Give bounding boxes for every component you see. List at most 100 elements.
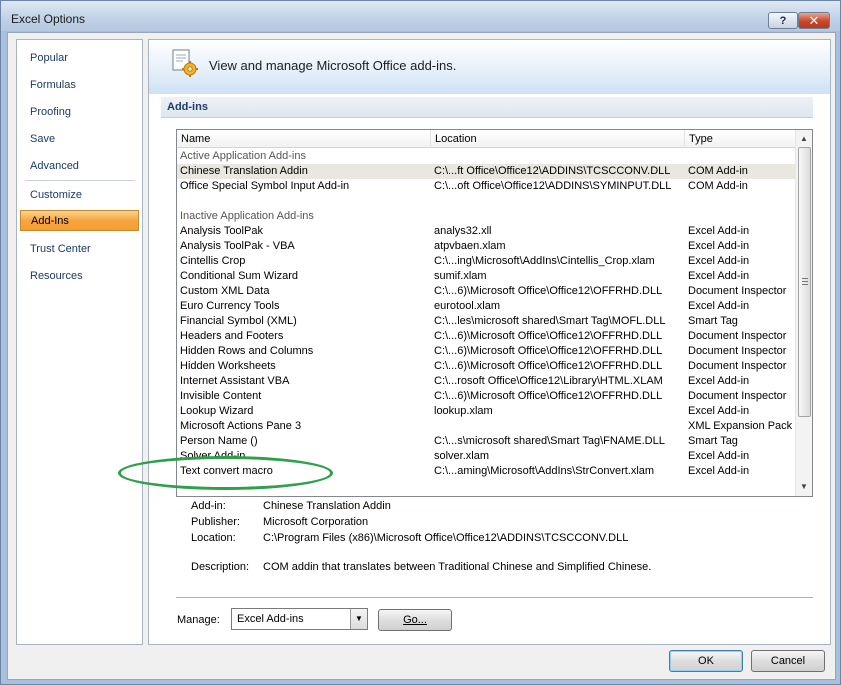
ok-button[interactable]: OK bbox=[669, 650, 743, 672]
list-item[interactable]: Internet Assistant VBA C:\...rosoft Offic… bbox=[177, 374, 796, 389]
cell-location: lookup.xlam bbox=[434, 405, 493, 417]
content-panel: View and manage Microsoft Office add-ins… bbox=[148, 39, 831, 645]
cell-type: Excel Add-in bbox=[688, 255, 750, 267]
list-item[interactable]: Headers and Footers C:\...6)\Microsoft Of… bbox=[177, 329, 796, 344]
list-item[interactable]: Office Special Symbol Input Add-in C:\...… bbox=[177, 179, 796, 194]
cell-location: C:\...oft Office\Office12\ADDINS\SYMINPU… bbox=[434, 180, 672, 192]
detail-description-label: Description: bbox=[191, 561, 250, 573]
cell-name: Lookup Wizard bbox=[180, 405, 254, 417]
nav-item-proofing[interactable]: Proofing bbox=[20, 102, 139, 123]
cell-location: C:\...ing\Microsoft\AddIns\Cintellis_Cro… bbox=[434, 255, 655, 267]
cell-type: Document Inspector bbox=[688, 390, 787, 402]
cell-name: Headers and Footers bbox=[180, 330, 284, 342]
manage-dropdown-value: Excel Add-ins bbox=[237, 613, 304, 625]
list-item[interactable]: Hidden Rows and Columns C:\...6)\Microsof… bbox=[177, 344, 796, 359]
cell-type: Excel Add-in bbox=[688, 405, 750, 417]
cell-location: solver.xlam bbox=[434, 450, 490, 462]
cell-type: Excel Add-in bbox=[688, 300, 750, 312]
cell-type: COM Add-in bbox=[688, 165, 748, 177]
detail-location-label: Location: bbox=[191, 532, 236, 544]
list-item[interactable]: Analysis ToolPak - VBA atpvbaen.xlam Excel… bbox=[177, 239, 796, 254]
list-item[interactable]: Euro Currency Tools eurotool.xlam Excel Ad… bbox=[177, 299, 796, 314]
nav-item-resources[interactable]: Resources bbox=[20, 266, 139, 287]
cancel-button[interactable]: Cancel bbox=[751, 650, 825, 672]
nav-item-advanced[interactable]: Advanced bbox=[20, 156, 139, 177]
cell-type: Document Inspector bbox=[688, 345, 787, 357]
cell-name: Chinese Translation Addin bbox=[180, 165, 308, 177]
header-banner: View and manage Microsoft Office add-ins… bbox=[149, 40, 830, 94]
column-header-name[interactable]: Name bbox=[177, 130, 431, 148]
list-group-header: Inactive Application Add-ins bbox=[177, 209, 796, 224]
cell-name: Cintellis Crop bbox=[180, 255, 246, 267]
annotation-ellipse bbox=[118, 456, 333, 490]
list-item[interactable]: Cintellis Crop C:\...ing\Microsoft\AddIns… bbox=[177, 254, 796, 269]
list-item[interactable]: Financial Symbol (XML) C:\...les\microsof… bbox=[177, 314, 796, 329]
manage-dropdown[interactable]: Excel Add-ins ▼ bbox=[231, 608, 368, 630]
scroll-up-arrow-icon[interactable]: ▲ bbox=[796, 131, 812, 147]
scrollbar-grip-icon bbox=[802, 278, 808, 285]
list-group-header: Active Application Add-ins bbox=[177, 149, 796, 164]
cell-type: Excel Add-in bbox=[688, 225, 750, 237]
excel-options-window: Excel Options ? ✕ Popular Formulas Proof… bbox=[0, 0, 841, 685]
help-button[interactable]: ? bbox=[768, 12, 798, 29]
cell-type: Document Inspector bbox=[688, 360, 787, 372]
cell-name: Microsoft Actions Pane 3 bbox=[180, 420, 302, 432]
detail-publisher-label: Publisher: bbox=[191, 516, 240, 528]
nav-item-trust-center[interactable]: Trust Center bbox=[20, 239, 139, 260]
nav-item-formulas[interactable]: Formulas bbox=[20, 75, 139, 96]
cell-name: Office Special Symbol Input Add-in bbox=[180, 180, 350, 192]
add-ins-gear-icon bbox=[172, 49, 198, 77]
cell-location: atpvbaen.xlam bbox=[434, 240, 506, 252]
cell-name: Inactive Application Add-ins bbox=[180, 210, 314, 222]
cell-type: Excel Add-in bbox=[688, 270, 750, 282]
nav-item-save[interactable]: Save bbox=[20, 129, 139, 150]
nav-item-add-ins[interactable]: Add-Ins bbox=[20, 210, 139, 231]
list-vertical-scrollbar[interactable]: ▲ ▼ bbox=[795, 130, 812, 496]
list-item[interactable]: Microsoft Actions Pane 3 XML Expansion Pa… bbox=[177, 419, 796, 434]
add-ins-list[interactable]: Name Location Type Active Application Ad… bbox=[176, 129, 813, 497]
go-button[interactable]: Go... bbox=[378, 609, 452, 631]
section-title: Add-ins bbox=[161, 97, 813, 118]
chevron-down-icon[interactable]: ▼ bbox=[350, 609, 367, 629]
cell-type: XML Expansion Pack bbox=[688, 420, 793, 432]
cell-name: Hidden Worksheets bbox=[180, 360, 276, 372]
list-item[interactable]: Lookup Wizard lookup.xlam Excel Add-in bbox=[177, 404, 796, 419]
cell-location: C:\...6)\Microsoft Office\Office12\OFFRH… bbox=[434, 330, 663, 342]
cell-name: Internet Assistant VBA bbox=[180, 375, 290, 387]
list-item[interactable]: Analysis ToolPak analys32.xll Excel Add-in bbox=[177, 224, 796, 239]
nav-item-popular[interactable]: Popular bbox=[20, 48, 139, 69]
list-item[interactable]: Invisible Content C:\...6)\Microsoft Offi… bbox=[177, 389, 796, 404]
detail-publisher-value: Microsoft Corporation bbox=[263, 516, 369, 528]
list-item[interactable]: Hidden Worksheets C:\...6)\Microsoft Offi… bbox=[177, 359, 796, 374]
go-button-label: Go... bbox=[403, 614, 427, 626]
cell-name: Active Application Add-ins bbox=[180, 150, 306, 162]
detail-description-value: COM addin that translates between Tradit… bbox=[263, 561, 652, 573]
cell-name: Analysis ToolPak - VBA bbox=[180, 240, 295, 252]
cell-name: Analysis ToolPak bbox=[180, 225, 263, 237]
list-item[interactable]: Person Name () C:\...s\microsoft shared\S… bbox=[177, 434, 796, 449]
cell-name: Euro Currency Tools bbox=[180, 300, 280, 312]
cell-name: Hidden Rows and Columns bbox=[180, 345, 314, 357]
cell-location: C:\...6)\Microsoft Office\Office12\OFFRH… bbox=[434, 345, 663, 357]
scroll-down-arrow-icon[interactable]: ▼ bbox=[796, 479, 812, 495]
cell-location: C:\...les\microsoft shared\Smart Tag\MOF… bbox=[434, 315, 666, 327]
scrollbar-thumb[interactable] bbox=[798, 147, 811, 417]
cell-type: Excel Add-in bbox=[688, 240, 750, 252]
detail-addin-label: Add-in: bbox=[191, 500, 226, 512]
cell-location: C:\...aming\Microsoft\AddIns\StrConvert.… bbox=[434, 465, 655, 477]
cell-location: C:\...rosoft Office\Office12\Library\HTM… bbox=[434, 375, 663, 387]
list-item[interactable]: Conditional Sum Wizard sumif.xlam Excel Ad… bbox=[177, 269, 796, 284]
list-item[interactable]: Chinese Translation Addin C:\...ft Office… bbox=[177, 164, 796, 179]
cell-type: Excel Add-in bbox=[688, 465, 750, 477]
column-header-type[interactable]: Type bbox=[685, 130, 796, 148]
list-header: Name Location Type bbox=[177, 130, 796, 148]
nav-divider bbox=[25, 180, 135, 181]
nav-item-customize[interactable]: Customize bbox=[20, 185, 139, 206]
cell-location: C:\...6)\Microsoft Office\Office12\OFFRH… bbox=[434, 285, 663, 297]
title-bar[interactable]: Excel Options ? ✕ bbox=[1, 1, 840, 31]
detail-addin-value: Chinese Translation Addin bbox=[263, 500, 391, 512]
cell-type: Smart Tag bbox=[688, 435, 738, 447]
list-item[interactable]: Custom XML Data C:\...6)\Microsoft Office… bbox=[177, 284, 796, 299]
close-button[interactable]: ✕ bbox=[798, 12, 830, 29]
column-header-location[interactable]: Location bbox=[431, 130, 685, 148]
